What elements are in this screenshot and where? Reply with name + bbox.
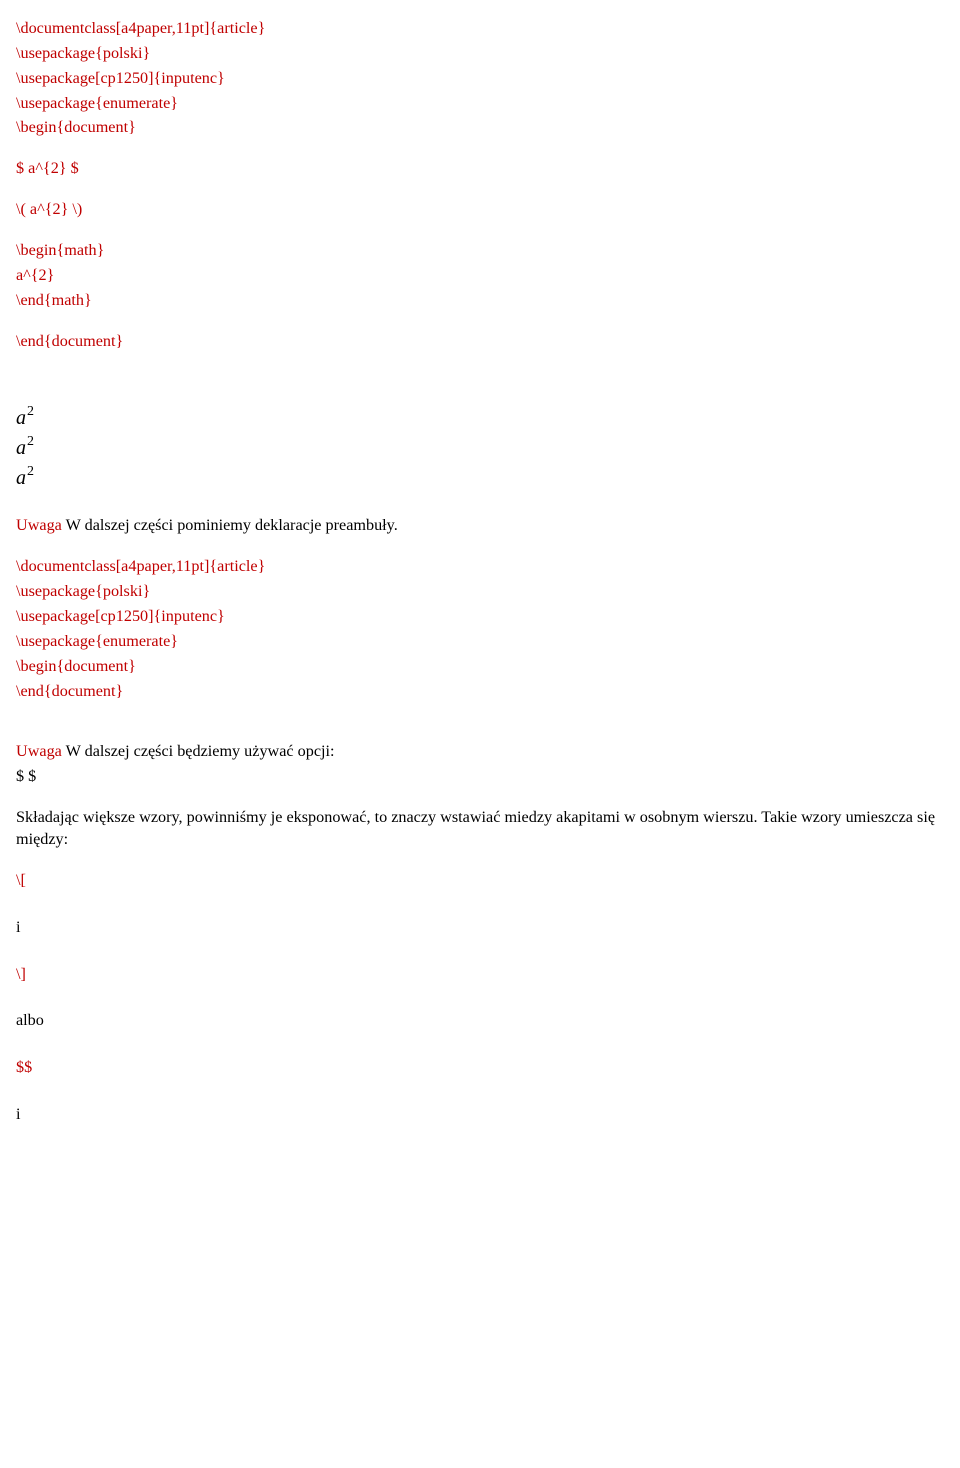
code-line: \usepackage[cp1250]{inputenc} bbox=[16, 68, 948, 90]
math-base: a bbox=[16, 433, 26, 463]
math-superscript: 2 bbox=[27, 405, 34, 419]
math-a-squared: a 2 bbox=[16, 433, 948, 463]
note-line: Uwaga W dalszej części będziemy używać o… bbox=[16, 741, 948, 763]
code-line: \usepackage[cp1250]{inputenc} bbox=[16, 606, 948, 628]
code-line: \usepackage{polski} bbox=[16, 581, 948, 603]
code-line: \begin{math} bbox=[16, 240, 948, 262]
math-superscript: 2 bbox=[27, 465, 34, 479]
note-prefix: Uwaga bbox=[16, 516, 66, 534]
bracket-open: \[ bbox=[16, 870, 948, 892]
code-line: a^{2} bbox=[16, 265, 948, 287]
latex-preamble-block-1: \documentclass[a4paper,11pt]{article} \u… bbox=[16, 18, 948, 352]
code-line: \usepackage{enumerate} bbox=[16, 631, 948, 653]
double-dollar: $$ bbox=[16, 1057, 948, 1079]
note-prefix: Uwaga bbox=[16, 742, 66, 760]
body-paragraph: Składając większe wzory, powinniśmy je e… bbox=[16, 807, 948, 851]
code-line: \begin{document} bbox=[16, 117, 948, 139]
code-line: \documentclass[a4paper,11pt]{article} bbox=[16, 18, 948, 40]
note-text: W dalszej części pominiemy deklaracje pr… bbox=[66, 516, 398, 534]
rendered-math-group: a 2 a 2 a 2 bbox=[16, 403, 948, 493]
text-i: i bbox=[16, 917, 948, 939]
math-base: a bbox=[16, 463, 26, 493]
text-i: i bbox=[16, 1104, 948, 1126]
math-superscript: 2 bbox=[27, 435, 34, 449]
note-line: Uwaga W dalszej części pominiemy deklara… bbox=[16, 515, 948, 537]
code-line: \documentclass[a4paper,11pt]{article} bbox=[16, 556, 948, 578]
code-line: \end{document} bbox=[16, 331, 948, 353]
code-line: $ a^{2} $ bbox=[16, 158, 948, 180]
math-a-squared: a 2 bbox=[16, 463, 948, 493]
code-line: \( a^{2} \) bbox=[16, 199, 948, 221]
dollar-option: $ $ bbox=[16, 766, 948, 788]
latex-preamble-block-2: \documentclass[a4paper,11pt]{article} \u… bbox=[16, 556, 948, 702]
math-base: a bbox=[16, 403, 26, 433]
code-line: \usepackage{polski} bbox=[16, 43, 948, 65]
code-line: \begin{document} bbox=[16, 656, 948, 678]
code-line: \end{document} bbox=[16, 681, 948, 703]
math-a-squared: a 2 bbox=[16, 403, 948, 433]
code-line: \end{math} bbox=[16, 290, 948, 312]
text-albo: albo bbox=[16, 1010, 948, 1032]
bracket-close: \] bbox=[16, 964, 948, 986]
note-text: W dalszej części będziemy używać opcji: bbox=[66, 742, 335, 760]
code-line: \usepackage{enumerate} bbox=[16, 93, 948, 115]
